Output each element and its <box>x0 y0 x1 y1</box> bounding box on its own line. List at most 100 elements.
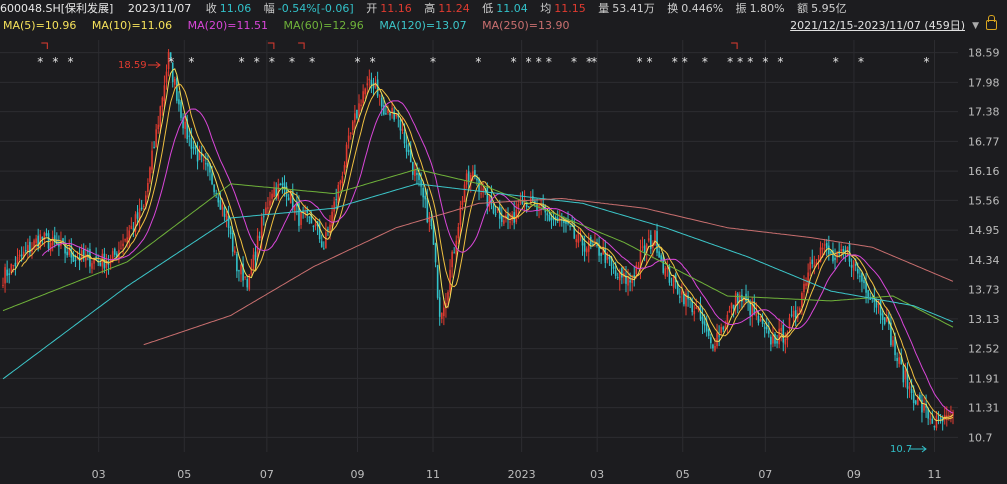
candle-body <box>621 268 623 278</box>
candle-body <box>66 251 68 256</box>
candle-body <box>184 121 186 129</box>
ma10-line <box>21 83 954 420</box>
candle-body <box>480 193 482 195</box>
candle-body <box>457 226 460 239</box>
candle-body <box>335 199 338 201</box>
candle-body <box>265 207 267 215</box>
candle-body <box>710 337 712 344</box>
candle-body <box>501 216 503 222</box>
candle-body <box>41 236 44 240</box>
candle-body <box>904 370 907 380</box>
candle-body <box>271 193 273 199</box>
candle-body <box>424 195 427 200</box>
y-tick-label: 16.77 <box>968 135 1000 148</box>
candle-body <box>20 254 23 257</box>
candle-body <box>583 243 586 252</box>
signal-star-icon: * <box>737 55 743 69</box>
marker-corner-icon <box>731 42 738 49</box>
candle-body <box>763 327 766 329</box>
candle-body <box>333 201 335 212</box>
candle-body <box>467 171 470 182</box>
signal-star-icon: * <box>647 55 653 69</box>
candle-body <box>732 304 735 309</box>
candle-body <box>258 236 261 238</box>
candle-body <box>440 312 443 319</box>
candle-body <box>923 404 925 411</box>
candle-body <box>16 257 19 264</box>
candle-body <box>695 306 698 309</box>
x-tick-label: 11 <box>426 468 440 481</box>
candle-body <box>161 97 164 107</box>
candle-body <box>718 335 720 337</box>
candle-body <box>701 316 704 324</box>
candle-body <box>132 228 135 230</box>
x-tick-label: 2023 <box>508 468 536 481</box>
candle-body <box>896 358 898 362</box>
candle-body <box>395 114 398 117</box>
ma120-line <box>2 183 954 380</box>
candle-body <box>358 103 360 116</box>
candle-body <box>147 183 149 192</box>
candle-body <box>767 330 770 334</box>
candle-body <box>476 178 478 181</box>
candle-body <box>859 275 861 277</box>
candle-body <box>604 248 607 263</box>
y-tick-label: 11.31 <box>968 402 1000 415</box>
candle-body <box>948 415 950 417</box>
candle-body <box>863 280 865 284</box>
candlestick-chart[interactable]: 18.59 17.98 17.38 16.77 16.16 15.56 14.95 14.34… <box>0 0 1007 484</box>
ma250-line <box>143 197 954 346</box>
candle-body <box>47 233 50 249</box>
candle-body <box>658 251 660 258</box>
candle-body <box>774 333 776 344</box>
candle-body <box>834 257 836 260</box>
candle-body <box>238 270 240 272</box>
candle-body <box>142 205 145 207</box>
candle-body <box>730 303 733 309</box>
candle-body <box>391 108 393 112</box>
candle-body <box>550 217 553 221</box>
candle-body <box>188 135 191 137</box>
y-tick-label: 15.56 <box>968 194 1000 207</box>
candle-body <box>465 173 468 185</box>
candle-body <box>472 171 474 177</box>
candle-body <box>714 345 716 351</box>
candle-body <box>345 144 348 168</box>
ma20-line <box>41 100 954 414</box>
candle-body <box>331 211 333 227</box>
candle-body <box>592 243 594 245</box>
candle-body <box>494 213 497 215</box>
candle-body <box>246 279 249 288</box>
candle-body <box>912 394 915 404</box>
candle-body <box>240 264 242 275</box>
candle-body <box>527 206 530 208</box>
candle-body <box>219 200 222 210</box>
candle-body <box>308 216 311 218</box>
signal-star-icon: * <box>762 55 768 69</box>
candle-body <box>635 265 638 275</box>
x-tick-label: 09 <box>847 468 861 481</box>
candle-body <box>643 245 646 253</box>
candle-body <box>339 181 342 185</box>
candle-body <box>436 265 439 298</box>
candle-body <box>205 163 207 165</box>
x-tick-label: 09 <box>350 468 364 481</box>
candle-body <box>933 426 936 428</box>
candle-body <box>223 207 226 217</box>
candle-body <box>399 119 402 131</box>
candle-body <box>122 243 124 247</box>
x-tick-label: 03 <box>92 468 106 481</box>
candle-body <box>269 200 271 206</box>
candle-body <box>840 249 843 252</box>
candle-body <box>8 273 11 275</box>
candle-body <box>256 235 259 258</box>
candle-body <box>385 113 387 115</box>
candle-body <box>720 327 722 333</box>
candle-body <box>192 147 195 149</box>
candle-body <box>790 314 793 316</box>
candle-body <box>627 277 629 286</box>
candle-body <box>712 344 714 349</box>
candle-body <box>145 195 147 205</box>
candle-body <box>202 159 205 161</box>
signal-star-icon: * <box>571 55 577 69</box>
